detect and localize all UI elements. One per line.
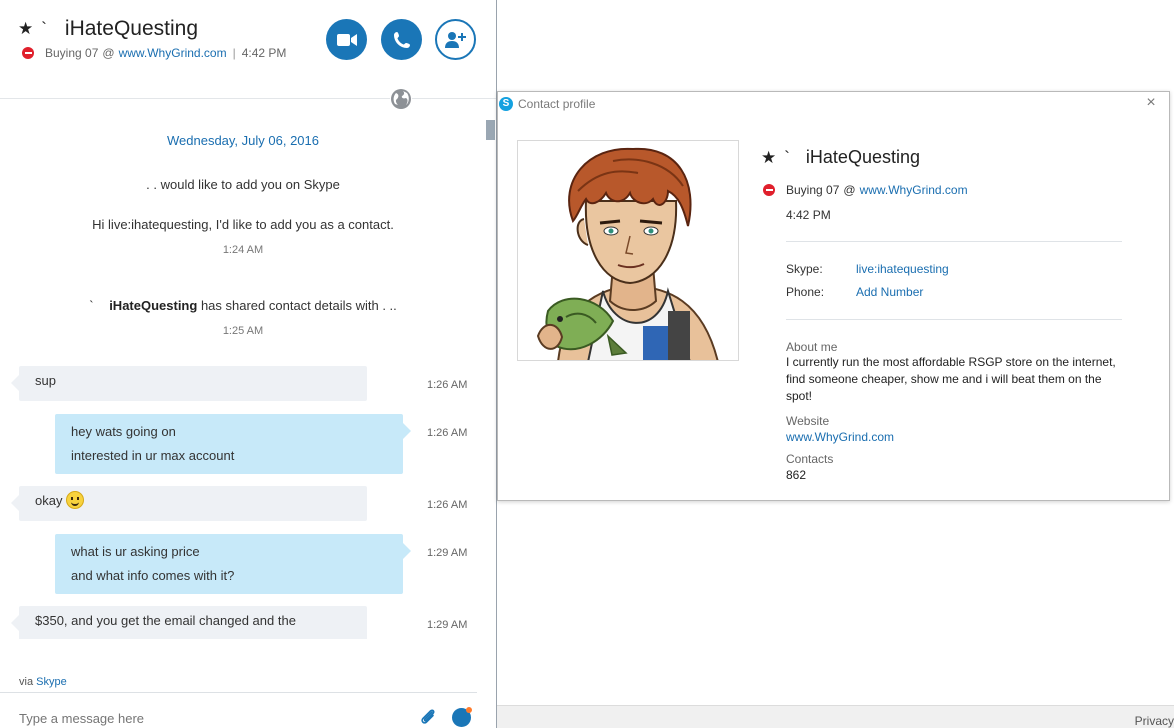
shared-contact-time: 1:25 AM xyxy=(222,325,264,337)
contact-name-row: ★ ` iHateQuesting xyxy=(18,18,198,39)
add-contact-icon xyxy=(444,31,466,48)
add-participant-button[interactable] xyxy=(435,19,476,60)
emoticon-icon[interactable] xyxy=(452,707,472,727)
skype-id-label: Skype: xyxy=(786,262,823,276)
profile-name: iHateQuesting xyxy=(805,147,920,167)
via-prefix: via xyxy=(19,676,34,688)
profile-status-row: Buying 07 @ www.WhyGrind.com xyxy=(763,183,968,197)
skype-logo-icon: S xyxy=(499,97,513,111)
outgoing-message[interactable]: what is ur asking price and what info co… xyxy=(55,534,411,594)
message-line: what is ur asking price xyxy=(71,544,200,559)
name-prefix: ` xyxy=(41,19,47,38)
incoming-message[interactable]: okay xyxy=(11,486,367,521)
favorite-star-icon[interactable]: ★ xyxy=(761,149,776,166)
profile-name-row: ★ ` iHateQuesting xyxy=(761,148,920,166)
date-divider: Wednesday, July 06, 2016 xyxy=(166,133,319,148)
about-text: I currently run the most affordable RSGP… xyxy=(786,355,1116,403)
video-call-icon xyxy=(336,33,357,46)
message-input[interactable] xyxy=(19,711,399,726)
avatar xyxy=(517,140,739,361)
audio-call-button[interactable] xyxy=(381,19,422,60)
skype-id-value[interactable]: live:ihatequesting xyxy=(856,262,949,276)
profile-divider xyxy=(786,241,1122,242)
local-time: 4:42 PM xyxy=(241,46,287,60)
message-time: 1:26 AM xyxy=(427,499,468,511)
message-time: 1:26 AM xyxy=(427,379,468,391)
system-message: . . would like to add you on Skype xyxy=(0,177,486,192)
favorite-star-icon[interactable]: ★ xyxy=(18,20,33,37)
contact-profile-window: S Contact profile × ★ ` iHateQuesting Bu… xyxy=(497,91,1170,501)
incoming-message[interactable]: $350, and you get the email changed and … xyxy=(11,606,367,639)
do-not-disturb-icon xyxy=(22,47,34,59)
status-separator: | xyxy=(232,46,236,60)
chat-panel: ★ ` iHateQuesting Buying 07 @ www.WhyGri… xyxy=(0,0,497,728)
phone-label: Phone: xyxy=(786,285,825,299)
message-line: $350, and you get the email changed and … xyxy=(35,613,296,628)
attach-button[interactable] xyxy=(418,707,438,728)
profile-status-link[interactable]: www.WhyGrind.com xyxy=(860,183,968,197)
shared-suffix: has shared contact details with . .. xyxy=(200,298,397,313)
video-call-button[interactable] xyxy=(326,19,367,60)
window-title: Contact profile xyxy=(518,97,596,111)
background-window-strip xyxy=(497,705,1174,728)
outgoing-message[interactable]: hey wats going on interested in ur max a… xyxy=(55,414,411,474)
chat-header: ★ ` iHateQuesting Buying 07 @ www.WhyGri… xyxy=(0,0,496,98)
attach-paperclip-icon xyxy=(421,709,435,724)
message-line: sup xyxy=(35,373,56,388)
message-time: 1:29 AM xyxy=(427,547,468,559)
message-line: okay xyxy=(35,493,63,508)
message-time: 1:29 AM xyxy=(427,619,468,631)
website-link[interactable]: www.WhyGrind.com xyxy=(786,429,1121,446)
shared-contact-name[interactable]: iHateQuesting xyxy=(109,298,197,313)
privacy-link[interactable]: Privacy xyxy=(1135,714,1174,728)
message-line: hey wats going on xyxy=(71,424,176,439)
message-time: 1:26 AM xyxy=(427,427,468,439)
name-prefix: ` xyxy=(784,147,790,167)
close-icon[interactable]: × xyxy=(1141,94,1161,112)
do-not-disturb-icon xyxy=(763,184,775,196)
screen: ★ ` iHateQuesting Buying 07 @ www.WhyGri… xyxy=(0,0,1174,728)
message-line: interested in ur max account xyxy=(71,448,235,463)
shared-prefix: ` xyxy=(89,298,94,313)
add-number-link[interactable]: Add Number xyxy=(856,285,923,299)
profile-status-at: @ xyxy=(843,183,856,197)
website-label: Website xyxy=(786,414,830,428)
contact-status-row: Buying 07 @ www.WhyGrind.com | 4:42 PM xyxy=(22,46,286,60)
via-skype-label: via Skype xyxy=(19,676,67,688)
contacts-label: Contacts xyxy=(786,452,834,466)
contact-request-message: Hi live:ihatequesting, I'd like to add y… xyxy=(0,217,486,232)
system-message-text: . . would like to add you on Skype xyxy=(146,177,340,192)
avatar-illustration xyxy=(518,141,738,360)
via-link[interactable]: Skype xyxy=(36,676,67,688)
profile-titlebar: S Contact profile × xyxy=(498,92,1169,116)
about-label: About me xyxy=(786,340,838,354)
status-link[interactable]: www.WhyGrind.com xyxy=(119,46,227,60)
profile-local-time: 4:42 PM xyxy=(786,208,831,222)
shared-contact-message: ` iHateQuesting has shared contact detai… xyxy=(0,298,486,313)
incoming-message[interactable]: sup xyxy=(11,366,367,401)
phone-call-icon xyxy=(393,31,410,48)
message-list: Wednesday, July 06, 2016 . . would like … xyxy=(0,99,486,639)
status-message: Buying 07 xyxy=(45,46,99,60)
message-line: and what info comes with it? xyxy=(71,568,235,583)
contact-name[interactable]: iHateQuesting xyxy=(65,18,198,39)
contact-request-time: 1:24 AM xyxy=(222,244,264,256)
status-at: @ xyxy=(102,46,115,60)
smiley-emoji-icon xyxy=(66,491,85,509)
profile-divider xyxy=(786,319,1122,320)
contacts-count: 862 xyxy=(786,468,807,482)
contact-request-text: Hi live:ihatequesting, I'd like to add y… xyxy=(92,217,394,232)
compose-divider xyxy=(0,692,477,693)
chat-scrollbar-thumb[interactable] xyxy=(486,120,495,140)
profile-status-message: Buying 07 xyxy=(786,183,840,197)
